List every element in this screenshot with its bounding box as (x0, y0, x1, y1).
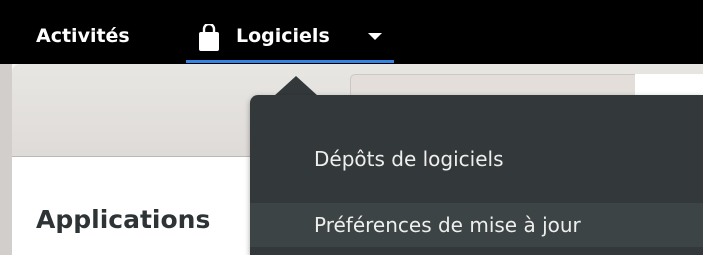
app-menu-popover: Dépôts de logiciels Préférences de mise … (250, 95, 703, 255)
shopping-bag-icon (199, 24, 219, 51)
top-bar: Activités Logiciels (0, 0, 703, 64)
applications-heading: Applications (36, 205, 211, 234)
window-edge (0, 64, 12, 255)
activities-button[interactable]: Activités (36, 20, 130, 52)
chevron-down-icon (368, 33, 382, 40)
app-menu-button[interactable]: Logiciels (186, 0, 394, 64)
menu-item-label: Dépôts de logiciels (314, 147, 504, 171)
popover-arrow (274, 76, 318, 96)
app-menu-label: Logiciels (236, 25, 330, 47)
active-indicator (186, 60, 394, 63)
menu-item-update-preferences[interactable]: Préférences de mise à jour (250, 203, 703, 247)
menu-item-software-repositories[interactable]: Dépôts de logiciels (250, 137, 703, 181)
menu-item-label: Préférences de mise à jour (314, 213, 581, 237)
